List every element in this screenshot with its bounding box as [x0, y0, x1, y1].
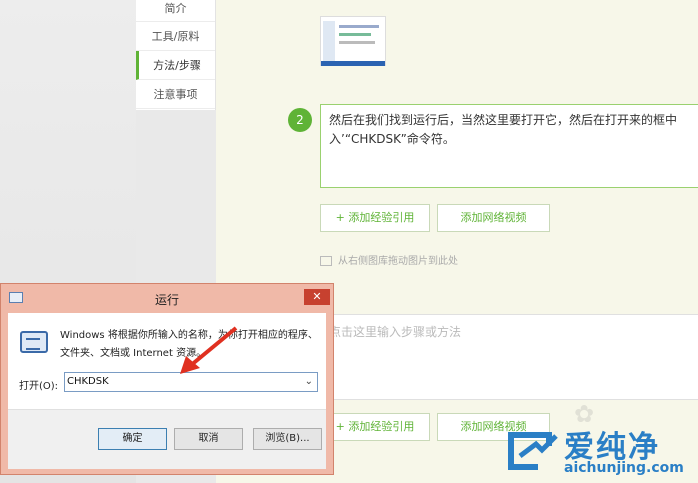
sidebar-item-steps[interactable]: 方法/步骤	[136, 51, 215, 80]
watermark-logo: 爱纯净 aichunjing.com	[498, 422, 698, 483]
image-icon	[320, 256, 332, 266]
open-input-value: CHKDSK	[67, 376, 109, 387]
cancel-button[interactable]: 取消	[174, 428, 243, 450]
sidebar-item-tools[interactable]: 工具/原料	[136, 22, 215, 51]
sidebar-item-notes[interactable]: 注意事项	[136, 80, 215, 109]
add-experience-button[interactable]: + 添加经验引用	[320, 204, 430, 232]
step-thumbnail-image[interactable]	[320, 16, 386, 66]
drag-image-hint: 从右侧图库拖动图片到此处	[320, 252, 458, 267]
sidebar-item-intro[interactable]: 简介	[136, 0, 215, 22]
run-dialog: 运行 ✕ Windows 将根据你所输入的名称，为你打开相应的程序、 文件夹、文…	[0, 283, 334, 475]
browse-button[interactable]: 浏览(B)...	[253, 428, 322, 450]
add-experience-button-2[interactable]: + 添加经验引用	[320, 413, 430, 441]
watermark-brand-en: aichunjing.com	[564, 460, 684, 476]
step-nav-sidebar: 简介 工具/原料 方法/步骤 注意事项	[136, 0, 216, 110]
run-icon	[20, 331, 48, 353]
drag-hint-text: 从右侧图库拖动图片到此处	[338, 256, 458, 267]
dialog-titlebar[interactable]: 运行 ✕	[1, 284, 333, 313]
ok-button[interactable]: 确定	[98, 428, 167, 450]
dialog-body: Windows 将根据你所输入的名称，为你打开相应的程序、 文件夹、文档或 In…	[8, 313, 326, 469]
step-text-editor[interactable]: 然后在我们找到运行后，当然这里要打开它，然后在打开来的框中 入’“CHKDSK”…	[320, 104, 698, 188]
add-video-button[interactable]: 添加网络视频	[437, 204, 550, 232]
step-number-badge: 2	[288, 108, 312, 132]
open-label: 打开(O):	[19, 381, 59, 392]
watermark-icon	[508, 432, 558, 470]
step-input-placeholder[interactable]: 点击这里输入步骤或方法	[320, 314, 698, 400]
chevron-down-icon[interactable]: ⌄	[305, 373, 313, 391]
dialog-footer: 确定 取消 浏览(B)...	[8, 409, 326, 469]
run-window-icon	[9, 292, 23, 303]
close-button[interactable]: ✕	[304, 289, 330, 305]
red-arrow-annotation	[180, 326, 238, 374]
dialog-title: 运行	[155, 293, 180, 307]
